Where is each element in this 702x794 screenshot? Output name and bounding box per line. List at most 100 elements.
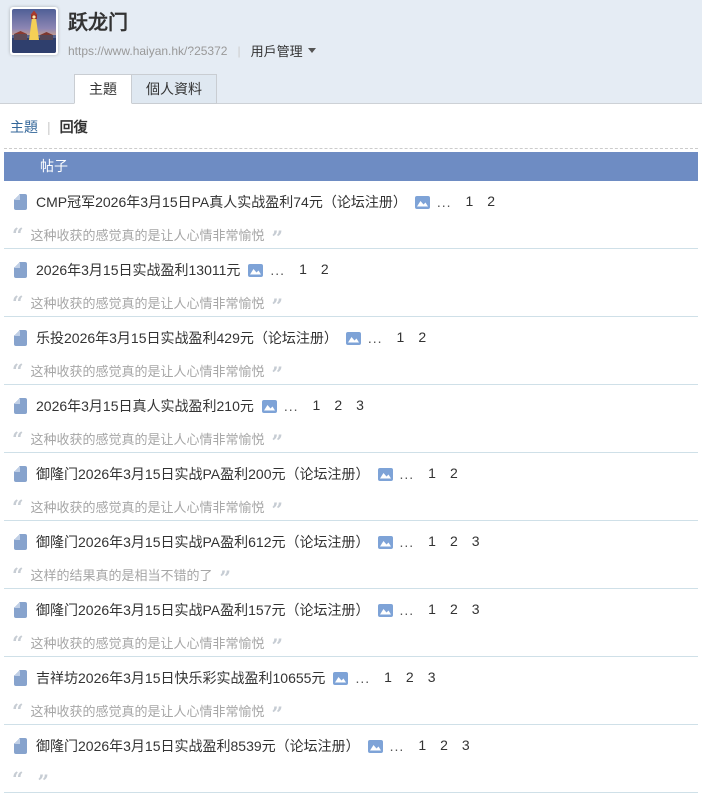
- post-item: 2026年3月15日真人实战盈利210元 ... 123 “ 这种收获的感觉真的…: [4, 385, 698, 453]
- post-title-link[interactable]: 2026年3月15日真人实战盈利210元: [36, 396, 254, 416]
- post-item: 御隆门2026年3月15日实战盈利8539元（论坛注册） ... 123 “ ”: [4, 725, 698, 793]
- document-icon: [14, 194, 27, 210]
- post-title-row: 乐投2026年3月15日实战盈利429元（论坛注册） ... 12: [4, 319, 698, 357]
- page-links: 123: [404, 737, 469, 755]
- image-attachment-icon: [378, 536, 393, 549]
- document-icon: [14, 262, 27, 278]
- ellipsis: ...: [400, 466, 415, 482]
- subnav-replies-current[interactable]: 回復: [60, 117, 88, 137]
- ellipsis: ...: [390, 738, 405, 754]
- post-title-link[interactable]: 2026年3月15日实战盈利13011元: [36, 260, 240, 280]
- post-title-row: CMP冠军2026年3月15日PA真人实战盈利74元（论坛注册） ... 12: [4, 183, 698, 221]
- vertical-divider: |: [237, 44, 240, 58]
- page-link[interactable]: 1: [384, 669, 392, 685]
- page-link[interactable]: 3: [472, 601, 480, 617]
- post-quote: “ 这种收获的感觉真的是让人心情非常愉悦 ”: [4, 629, 698, 656]
- open-quote-icon: “: [12, 434, 24, 444]
- page-link[interactable]: 2: [440, 737, 448, 753]
- post-item: 御隆门2026年3月15日实战PA盈利200元（论坛注册） ... 12 “ 这…: [4, 453, 698, 521]
- quote-text: 这种收获的感觉真的是让人心情非常愉悦: [31, 701, 265, 720]
- post-title-link[interactable]: 乐投2026年3月15日实战盈利429元（论坛注册）: [36, 328, 338, 348]
- caret-down-icon: [308, 48, 316, 53]
- document-icon: [14, 738, 27, 754]
- page-links: 12: [383, 329, 427, 347]
- close-quote-icon: ”: [272, 233, 284, 243]
- tab-threads[interactable]: 主題: [74, 74, 132, 104]
- open-quote-icon: “: [12, 502, 24, 512]
- page-link[interactable]: 1: [428, 601, 436, 617]
- page-link[interactable]: 2: [334, 397, 342, 413]
- post-title-row: 2026年3月15日真人实战盈利210元 ... 123: [4, 387, 698, 425]
- open-quote-icon: “: [12, 366, 24, 376]
- tab-profile[interactable]: 個人資料: [132, 74, 217, 104]
- lighthouse-photo: [12, 9, 56, 53]
- page-link[interactable]: 1: [397, 329, 405, 345]
- profile-url: https://www.haiyan.hk/?25372: [68, 44, 227, 58]
- page-link[interactable]: 3: [428, 669, 436, 685]
- image-attachment-icon: [333, 672, 348, 685]
- posts-table-header: 帖子: [4, 152, 698, 181]
- post-quote: “ 这种收获的感觉真的是让人心情非常愉悦 ”: [4, 697, 698, 724]
- page-link[interactable]: 2: [321, 261, 329, 277]
- post-title-link[interactable]: 御隆门2026年3月15日实战PA盈利612元（论坛注册）: [36, 532, 370, 552]
- post-title-row: 吉祥坊2026年3月15日快乐彩实战盈利10655元 ... 123: [4, 659, 698, 697]
- page-link[interactable]: 2: [450, 465, 458, 481]
- page-links: 123: [414, 601, 479, 619]
- image-attachment-icon: [262, 400, 277, 413]
- post-title-row: 御隆门2026年3月15日实战盈利8539元（论坛注册） ... 123: [4, 727, 698, 765]
- post-quote: “ 这样的结果真的是相当不错的了 ”: [4, 561, 698, 588]
- post-title-row: 2026年3月15日实战盈利13011元 ... 12: [4, 251, 698, 289]
- document-icon: [14, 330, 27, 346]
- subnav: 主題 | 回復: [0, 104, 702, 148]
- post-title-link[interactable]: 御隆门2026年3月15日实战盈利8539元（论坛注册）: [36, 736, 360, 756]
- page-link[interactable]: 2: [406, 669, 414, 685]
- user-admin-dropdown[interactable]: 用戶管理: [251, 41, 316, 60]
- ellipsis: ...: [400, 602, 415, 618]
- page-link[interactable]: 2: [487, 193, 495, 209]
- ellipsis: ...: [368, 330, 383, 346]
- page-links: 123: [414, 533, 479, 551]
- close-quote-icon: ”: [272, 505, 284, 515]
- page-link[interactable]: 1: [428, 533, 436, 549]
- open-quote-icon: “: [12, 298, 24, 308]
- page-link[interactable]: 1: [313, 397, 321, 413]
- post-item: 吉祥坊2026年3月15日快乐彩实战盈利10655元 ... 123 “ 这种收…: [4, 657, 698, 725]
- page-link[interactable]: 3: [472, 533, 480, 549]
- page-link[interactable]: 1: [299, 261, 307, 277]
- post-list: CMP冠军2026年3月15日PA真人实战盈利74元（论坛注册） ... 12 …: [4, 181, 698, 793]
- quote-text: 这种收获的感觉真的是让人心情非常愉悦: [31, 361, 265, 380]
- post-title-link[interactable]: 御隆门2026年3月15日实战PA盈利200元（论坛注册）: [36, 464, 370, 484]
- page-link[interactable]: 2: [418, 329, 426, 345]
- vertical-divider: |: [47, 119, 51, 135]
- posts-table: 帖子 CMP冠军2026年3月15日PA真人实战盈利74元（论坛注册） ... …: [4, 148, 698, 793]
- page-link[interactable]: 2: [450, 601, 458, 617]
- page-link[interactable]: 3: [462, 737, 470, 753]
- avatar[interactable]: [10, 7, 58, 55]
- post-title-link[interactable]: 吉祥坊2026年3月15日快乐彩实战盈利10655元: [36, 668, 325, 688]
- post-item: 2026年3月15日实战盈利13011元 ... 12 “ 这种收获的感觉真的是…: [4, 249, 698, 317]
- page-link[interactable]: 3: [356, 397, 364, 413]
- image-attachment-icon: [248, 264, 263, 277]
- open-quote-icon: “: [12, 230, 24, 240]
- subnav-threads-link[interactable]: 主題: [10, 117, 38, 137]
- open-quote-icon: “: [12, 774, 24, 784]
- image-attachment-icon: [346, 332, 361, 345]
- page-link[interactable]: 1: [418, 737, 426, 753]
- quote-text: 这种收获的感觉真的是让人心情非常愉悦: [31, 633, 265, 652]
- page-links: 123: [299, 397, 364, 415]
- user-profile-page: 跃龙门 https://www.haiyan.hk/?25372 | 用戶管理 …: [0, 0, 702, 793]
- post-title-row: 御隆门2026年3月15日实战PA盈利157元（论坛注册） ... 123: [4, 591, 698, 629]
- post-quote: “ 这种收获的感觉真的是让人心情非常愉悦 ”: [4, 357, 698, 384]
- ellipsis: ...: [437, 194, 452, 210]
- page-link[interactable]: 2: [450, 533, 458, 549]
- page-links: 12: [414, 465, 458, 483]
- post-title-link[interactable]: 御隆门2026年3月15日实战PA盈利157元（论坛注册）: [36, 600, 370, 620]
- username: 跃龙门: [68, 11, 702, 35]
- post-title-link[interactable]: CMP冠军2026年3月15日PA真人实战盈利74元（论坛注册）: [36, 192, 407, 212]
- open-quote-icon: “: [12, 638, 24, 648]
- quote-text: 这样的结果真的是相当不错的了: [31, 565, 213, 584]
- page-link[interactable]: 1: [428, 465, 436, 481]
- page-link[interactable]: 1: [466, 193, 474, 209]
- profile-header: 跃龙门 https://www.haiyan.hk/?25372 | 用戶管理 …: [0, 0, 702, 104]
- post-item: 御隆门2026年3月15日实战PA盈利157元（论坛注册） ... 123 “ …: [4, 589, 698, 657]
